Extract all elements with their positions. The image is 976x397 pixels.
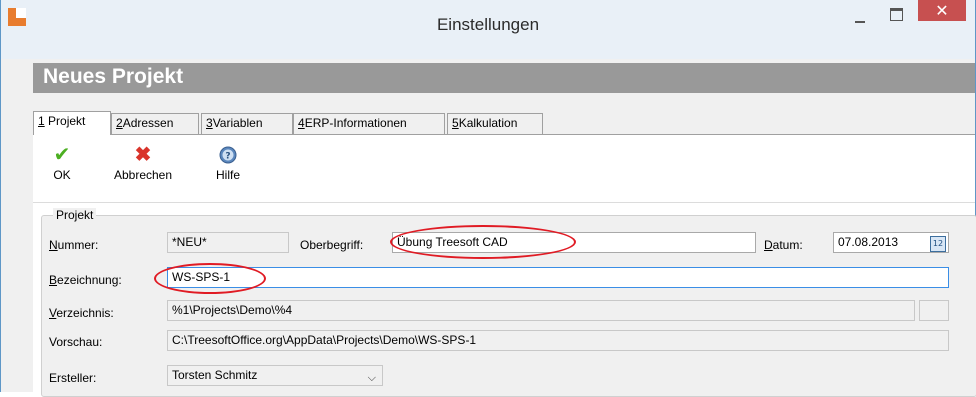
- page-title: Neues Projekt: [43, 65, 184, 88]
- chevron-down-icon: ⌵: [367, 372, 376, 384]
- settings-window: Einstellungen ✕ Neues Projekt 1 Projekt …: [0, 0, 976, 397]
- help-label: Hilfe: [215, 168, 240, 182]
- group-title: Projekt: [53, 208, 97, 222]
- maximize-button[interactable]: [890, 8, 903, 21]
- tab-number: 1: [38, 114, 45, 128]
- tab-number: 5: [452, 116, 459, 130]
- help-icon: ?: [218, 145, 238, 165]
- ok-button[interactable]: ✔ OK: [45, 145, 79, 182]
- tab-number: 3: [206, 116, 213, 130]
- cancel-label: Abbrechen: [113, 168, 173, 182]
- oberbegriff-field[interactable]: Übung Treesoft CAD: [392, 232, 756, 253]
- datum-value: 07.08.2013: [838, 235, 899, 249]
- cancel-button[interactable]: ✖ Abbrechen: [111, 145, 175, 182]
- toolbar-divider: [33, 202, 975, 203]
- svg-text:?: ?: [225, 152, 230, 162]
- ersteller-select[interactable]: Torsten Schmitz ⌵: [167, 365, 383, 386]
- tab-label: Projekt: [48, 114, 86, 128]
- vorschau-label: Vorschau:: [49, 335, 103, 349]
- tab-variablen[interactable]: 3Variablen: [201, 113, 293, 134]
- check-icon: ✔: [53, 144, 71, 166]
- minimize-button[interactable]: [853, 10, 867, 24]
- tab-label: ERP-Informationen: [304, 116, 407, 130]
- nummer-label: Nummer:: [49, 238, 99, 252]
- tab-label: Kalkulation: [458, 116, 518, 130]
- ersteller-label: Ersteller:: [49, 371, 97, 385]
- bezeichnung-label: Bezeichnung:: [49, 273, 122, 287]
- tab-kalkulation[interactable]: 5Kalkulation: [447, 113, 543, 134]
- tab-label: Variablen: [212, 116, 263, 130]
- page-header: Neues Projekt: [33, 63, 975, 93]
- ok-label: OK: [53, 168, 71, 182]
- window-title: Einstellungen: [436, 15, 540, 34]
- verzeichnis-label: Verzeichnis:: [49, 306, 114, 320]
- bezeichnung-field[interactable]: WS-SPS-1: [167, 267, 949, 288]
- datum-label: Datum:: [764, 238, 803, 252]
- help-button[interactable]: ? Hilfe: [211, 145, 245, 182]
- tab-adressen[interactable]: 2Adressen: [111, 113, 199, 134]
- oberbegriff-label: Oberbegriff:: [300, 238, 364, 252]
- tab-number: 2: [116, 116, 123, 130]
- title-bar: Einstellungen ✕: [1, 0, 975, 59]
- vorschau-field: C:\TreesoftOffice.org\AppData\Projects\D…: [167, 330, 949, 351]
- close-button[interactable]: ✕: [918, 0, 966, 21]
- tab-erp-informationen[interactable]: 4ERP-Informationen: [293, 113, 445, 134]
- tab-panel-projekt: ✔ OK ✖ Abbrechen ? Hilfe Projekt Nummer:…: [33, 134, 976, 397]
- ersteller-value: Torsten Schmitz: [172, 368, 258, 382]
- browse-button[interactable]: [919, 300, 949, 321]
- tab-projekt[interactable]: 1 Projekt: [33, 111, 111, 135]
- tab-label: Adressen: [122, 116, 174, 130]
- calendar-icon[interactable]: 12: [930, 236, 946, 252]
- verzeichnis-field[interactable]: %1\Projects\Demo\%4: [167, 300, 915, 321]
- tab-number: 4: [298, 116, 305, 130]
- x-icon: ✖: [134, 144, 152, 166]
- nummer-field[interactable]: *NEU*: [167, 232, 289, 253]
